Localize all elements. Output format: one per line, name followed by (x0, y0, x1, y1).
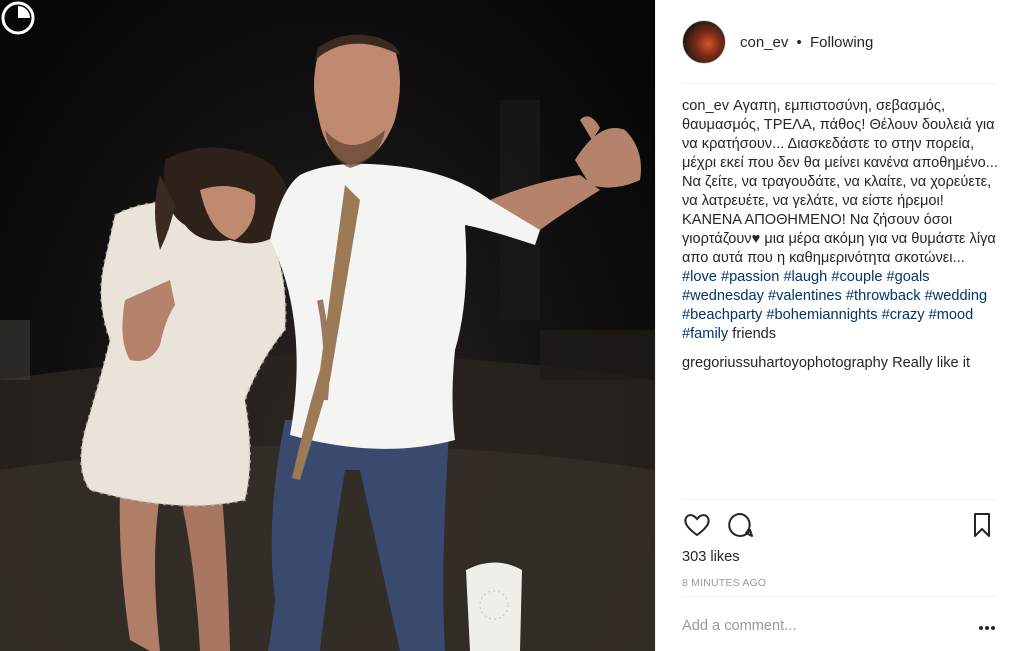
likes-count[interactable]: 303 likes (682, 549, 740, 565)
hashtag-link[interactable]: #laugh (783, 269, 827, 285)
following-button[interactable]: Following (810, 34, 873, 51)
hashtag-link[interactable]: #beachparty (682, 307, 762, 323)
comment-item: gregoriussuhartoyophotography Really lik… (682, 354, 999, 373)
instagram-post: con_ev • Following con_ev Αγαπη, εμπιστο… (0, 0, 1019, 651)
hashtag-link[interactable]: #mood (929, 307, 974, 323)
caption: con_ev Αγαπη, εμπιστοσύνη, σεβασμός, θαυ… (682, 97, 999, 344)
caption-tail: friends (732, 326, 777, 342)
hashtag-link[interactable]: #valentines (768, 288, 842, 304)
hashtag-link[interactable]: #wedding (925, 288, 987, 304)
hashtag-link[interactable]: #crazy (882, 307, 925, 323)
speech-bubble-icon[interactable] (726, 510, 756, 540)
post-header: con_ev • Following (682, 18, 997, 66)
heart-emoji: ♥ (751, 231, 761, 247)
hashtag-link[interactable]: #wednesday (682, 288, 764, 304)
hashtag-link[interactable]: #family (682, 326, 728, 342)
username-link[interactable]: con_ev (740, 34, 788, 51)
avatar[interactable] (682, 20, 726, 64)
header-divider (682, 83, 997, 84)
comment-input-divider (682, 596, 997, 597)
hashtag-link[interactable]: #bohemiannights (766, 307, 877, 323)
bookmark-icon[interactable] (967, 510, 997, 540)
comments-list: con_ev Αγαπη, εμπιστοσύνη, σεβασμός, θαυ… (682, 97, 999, 373)
caption-text: Αγαπη, εμπιστοσύνη, σεβασμός, θαυμασμός,… (682, 98, 998, 247)
more-options-icon[interactable] (977, 620, 997, 636)
caption-author-link[interactable]: con_ev (682, 98, 729, 114)
video-indicator-icon[interactable] (0, 0, 36, 36)
add-comment-input[interactable] (682, 618, 952, 634)
couple-photo-illustration (0, 34, 655, 651)
comment-author-link[interactable]: gregoriussuhartoyophotography (682, 355, 888, 371)
comment-text: Really like it (892, 355, 970, 371)
hashtag-link[interactable]: #goals (887, 269, 930, 285)
hashtag-link[interactable]: #throwback (846, 288, 921, 304)
hashtag-list: #love #passion #laugh #couple #goals #we… (682, 269, 987, 342)
hashtag-link[interactable]: #love (682, 269, 717, 285)
actions-divider (682, 499, 997, 500)
heart-outline-icon[interactable] (682, 510, 712, 540)
hashtag-link[interactable]: #couple (831, 269, 882, 285)
post-sidebar: con_ev • Following con_ev Αγαπη, εμπιστο… (655, 0, 1019, 651)
action-bar (682, 510, 997, 540)
header-separator: • (796, 33, 802, 51)
hashtag-link[interactable]: #passion (721, 269, 779, 285)
timestamp[interactable]: 8 MINUTES AGO (682, 577, 766, 589)
header-text: con_ev • Following (740, 34, 873, 51)
post-photo[interactable] (0, 0, 655, 651)
